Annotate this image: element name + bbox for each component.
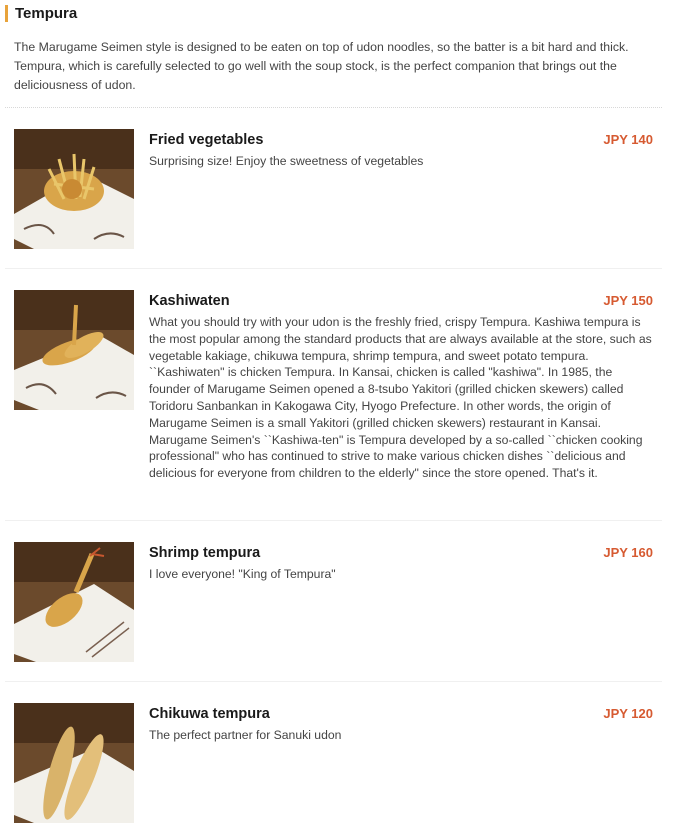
item-description: What you should try with your udon is th… xyxy=(149,315,652,481)
menu-item-shrimp-tempura[interactable]: Shrimp tempura I love everyone! "King of… xyxy=(5,521,662,682)
menu-item-kashiwaten[interactable]: Kashiwaten What you should try with your… xyxy=(5,269,662,521)
item-price: JPY 150 xyxy=(603,293,653,308)
kashiwaten-image[interactable] xyxy=(14,290,134,410)
item-description: The perfect partner for Sanuki udon xyxy=(149,728,342,742)
item-name: Shrimp tempura xyxy=(149,545,261,561)
menu-list: Fried vegetables Surprising size! Enjoy … xyxy=(0,108,684,832)
item-price: JPY 140 xyxy=(603,132,653,147)
menu-item-chikuwa-tempura[interactable]: Chikuwa tempura The perfect partner for … xyxy=(5,682,662,832)
section-accent-bar xyxy=(5,5,8,22)
item-description: Surprising size! Enjoy the sweetness of … xyxy=(149,154,424,168)
chikuwa-tempura-image[interactable] xyxy=(14,703,134,823)
item-name: Kashiwaten xyxy=(149,293,230,309)
section-title: Tempura xyxy=(15,5,78,22)
item-price: JPY 120 xyxy=(603,706,653,721)
fried-vegetables-image[interactable] xyxy=(14,129,134,249)
section-intro: The Marugame Seimen style is designed to… xyxy=(14,40,629,92)
item-description: I love everyone! "King of Tempura" xyxy=(149,567,336,581)
item-price: JPY 160 xyxy=(603,545,653,560)
menu-item-fried-vegetables[interactable]: Fried vegetables Surprising size! Enjoy … xyxy=(5,108,662,269)
item-name: Chikuwa tempura xyxy=(149,706,270,722)
shrimp-tempura-image[interactable] xyxy=(14,542,134,662)
section-header: Tempura xyxy=(5,4,684,24)
item-name: Fried vegetables xyxy=(149,132,264,148)
